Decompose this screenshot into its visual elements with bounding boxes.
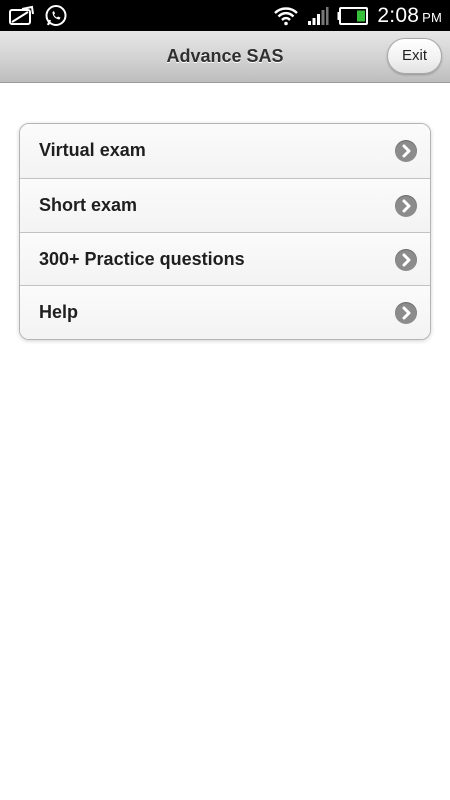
menu-item-label: Virtual exam bbox=[39, 140, 146, 160]
exit-button[interactable]: Exit bbox=[387, 38, 442, 74]
menu-item-short-exam[interactable]: Short exam bbox=[20, 177, 430, 232]
clock-ampm: PM bbox=[422, 9, 442, 25]
clock-time: 2:08 bbox=[377, 3, 420, 27]
wifi-icon bbox=[273, 6, 299, 26]
header-bar: Advance SAS Exit bbox=[0, 31, 450, 83]
battery-icon bbox=[337, 6, 369, 26]
whatsapp-icon bbox=[44, 4, 68, 28]
menu-item-practice-questions[interactable]: 300+ Practice questions bbox=[20, 231, 430, 286]
notification-icon bbox=[8, 5, 36, 27]
page-title: Advance SAS bbox=[166, 46, 284, 66]
clock: 2:08 PM bbox=[377, 4, 442, 28]
menu-item-help[interactable]: Help bbox=[20, 285, 430, 339]
signal-icon bbox=[307, 6, 329, 26]
menu-item-virtual-exam[interactable]: Virtual exam bbox=[20, 124, 430, 178]
status-left bbox=[8, 2, 68, 29]
status-right: 2:08 PM bbox=[273, 0, 442, 31]
status-bar: 2:08 PM bbox=[0, 0, 450, 31]
menu-list: Virtual exam Short exam 300+ Practice qu… bbox=[19, 123, 431, 340]
menu-item-label: 300+ Practice questions bbox=[39, 248, 245, 269]
chevron-right-icon bbox=[395, 194, 417, 217]
menu-item-label: Short exam bbox=[39, 194, 138, 215]
chevron-right-icon bbox=[395, 248, 417, 271]
menu-item-label: Help bbox=[39, 302, 79, 323]
chevron-right-icon bbox=[395, 140, 417, 162]
chevron-right-icon bbox=[395, 302, 417, 325]
